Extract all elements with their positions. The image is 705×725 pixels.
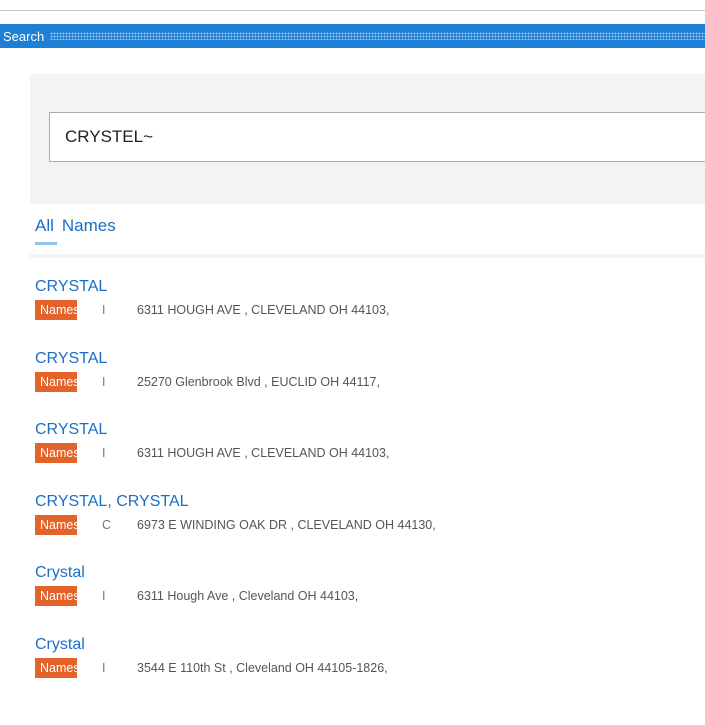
result-meta: Names I 3544 E 110th St , Cleveland OH 4… [35,657,388,679]
result-name-link[interactable]: Crystal [35,563,85,583]
title-bar[interactable]: Search [0,24,705,48]
result-address: 25270 Glenbrook Blvd , EUCLID OH 44117, [137,374,380,389]
window-title: Search [3,28,45,44]
result-address: 6973 E WINDING OAK DR , CLEVELAND OH 441… [137,517,436,532]
list-item: Crystal Names I 6311 Hough Ave , Clevela… [35,563,705,635]
result-meta: Names I 6311 HOUGH AVE , CLEVELAND OH 44… [35,299,389,321]
results-list: CRYSTAL Names I 6311 HOUGH AVE , CLEVELA… [35,277,705,706]
type-code: I [102,374,106,389]
result-name-link[interactable]: CRYSTAL [35,349,107,369]
search-panel [30,74,705,204]
result-address: 6311 Hough Ave , Cleveland OH 44103, [137,589,359,603]
result-meta: Names I 25270 Glenbrook Blvd , EUCLID OH… [35,371,380,393]
result-name-link[interactable]: CRYSTAL [35,277,107,297]
result-address: 6311 HOUGH AVE , CLEVELAND OH 44103, [137,303,390,317]
type-code: I [102,303,106,317]
category-badge: Names [35,514,80,535]
type-code: I [102,589,106,603]
list-item: CRYSTAL Names I 6311 HOUGH AVE , CLEVELA… [35,420,705,492]
category-badge: Names [35,586,80,606]
title-bar-grip [50,32,705,40]
result-tabs: All Names [35,216,116,245]
list-item: CRYSTAL, CRYSTAL Names C 6973 E WINDING … [35,492,705,564]
result-meta: Names I 6311 HOUGH AVE , CLEVELAND OH 44… [35,442,389,464]
category-badge: Names [35,657,80,678]
result-name-link[interactable]: CRYSTAL, CRYSTAL [35,492,189,512]
result-name-link[interactable]: CRYSTAL [35,420,107,440]
type-code: I [102,660,106,675]
category-badge: Names [35,300,80,320]
search-input[interactable] [49,112,705,162]
tabs-divider [30,254,705,258]
top-border [0,10,705,11]
list-item: CRYSTAL Names I 25270 Glenbrook Blvd , E… [35,349,705,421]
result-meta: Names C 6973 E WINDING OAK DR , CLEVELAN… [35,514,436,536]
result-address: 3544 E 110th St , Cleveland OH 44105-182… [137,660,388,675]
result-address: 6311 HOUGH AVE , CLEVELAND OH 44103, [137,446,390,460]
category-badge: Names [35,443,80,463]
list-item: Crystal Names I 3544 E 110th St , Clevel… [35,635,705,707]
category-badge: Names [35,371,80,392]
result-name-link[interactable]: Crystal [35,635,85,655]
search-window: Search All Names CRYSTAL Names I 6311 HO… [0,0,705,725]
type-code: I [102,446,106,460]
result-meta: Names I 6311 Hough Ave , Cleveland OH 44… [35,585,358,607]
tab-all[interactable]: All [35,216,57,245]
list-item: CRYSTAL Names I 6311 HOUGH AVE , CLEVELA… [35,277,705,349]
type-code: C [102,517,112,532]
tab-names[interactable]: Names [62,216,116,241]
